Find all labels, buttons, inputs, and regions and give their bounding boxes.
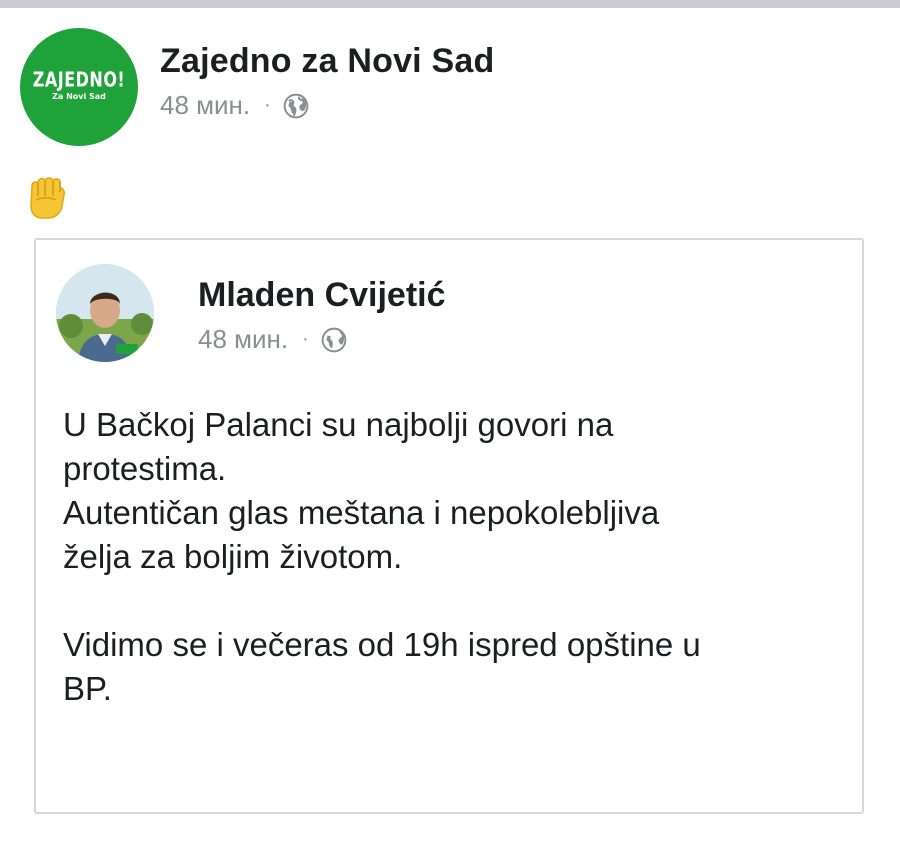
globe-icon: [283, 93, 309, 118]
post-text-line: BP.: [63, 670, 112, 707]
shared-post-timestamp[interactable]: 48 мин.: [198, 324, 288, 355]
post-text-line: protestima.: [63, 450, 227, 487]
feed-post: ZAJEDNO! Za Novi Sad Zajedno za Novi Sad…: [0, 0, 900, 850]
raised-fist-emoji: [30, 177, 65, 219]
meta-separator: ·: [264, 94, 271, 116]
page-name-link[interactable]: Zajedno za Novi Sad: [160, 42, 494, 81]
shared-post-card[interactable]: Mladen Cvijetić 48 мин. · U Bačkoj Palan…: [34, 238, 864, 814]
post-text-line: Autentičan glas meštana i nepokolebljiva: [63, 494, 660, 531]
globe-icon: [321, 327, 347, 352]
post-text: U Bačkoj Palanci su najbolji govori na p…: [63, 403, 843, 711]
meta-separator: ·: [302, 328, 309, 350]
author-photo: [56, 264, 154, 362]
author-avatar[interactable]: [56, 264, 154, 362]
post-timestamp[interactable]: 48 мин.: [160, 90, 250, 121]
post-text-line: Vidimo se i večeras od 19h ispred opštin…: [63, 626, 701, 663]
post-text-line: želja za boljim životom.: [63, 538, 403, 575]
avatar-logo-subtext: Za Novi Sad: [52, 92, 106, 101]
avatar-logo-text: ZAJEDNO!: [32, 67, 126, 92]
author-name-link[interactable]: Mladen Cvijetić: [198, 276, 446, 315]
post-meta: 48 мин. ·: [160, 90, 309, 121]
page-avatar[interactable]: ZAJEDNO! Za Novi Sad: [20, 28, 138, 146]
shared-post-meta: 48 мин. ·: [198, 324, 347, 355]
post-text-line: U Bačkoj Palanci su najbolji govori na: [63, 406, 614, 443]
